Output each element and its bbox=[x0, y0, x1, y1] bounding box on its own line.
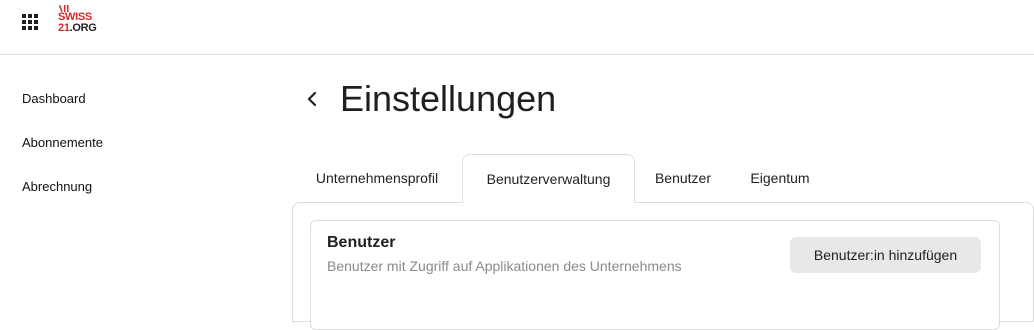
tab-eigentum[interactable]: Eigentum bbox=[731, 154, 829, 203]
apps-grid-icon[interactable] bbox=[22, 14, 38, 30]
tab-content-panel: Benutzer Benutzer mit Zugriff auf Applik… bbox=[292, 202, 1034, 330]
tab-benutzer[interactable]: Benutzer bbox=[635, 154, 731, 203]
logo-text-bottom: 21.ORG bbox=[58, 23, 97, 34]
sidebar-item-dashboard[interactable]: Dashboard bbox=[22, 91, 86, 106]
top-bar: SWISS 21.ORG bbox=[0, 0, 1034, 55]
add-user-button[interactable]: Benutzer:in hinzufügen bbox=[790, 237, 981, 273]
logo-number: 21 bbox=[58, 22, 70, 34]
users-card: Benutzer Benutzer mit Zugriff auf Applik… bbox=[310, 220, 1000, 330]
sidebar-item-abrechnung[interactable]: Abrechnung bbox=[22, 179, 92, 194]
logo-domain: .ORG bbox=[69, 22, 97, 34]
page-title: Einstellungen bbox=[340, 78, 557, 119]
sidebar-item-abonnemente[interactable]: Abonnemente bbox=[22, 135, 103, 150]
tab-benutzerverwaltung[interactable]: Benutzerverwaltung bbox=[462, 154, 635, 203]
tab-unternehmensprofil[interactable]: Unternehmensprofil bbox=[292, 154, 462, 203]
swiss21-logo[interactable]: SWISS 21.ORG bbox=[57, 5, 117, 41]
users-card-subtitle: Benutzer mit Zugriff auf Applikationen d… bbox=[327, 258, 682, 274]
users-card-title: Benutzer bbox=[327, 234, 396, 251]
back-chevron-icon[interactable] bbox=[302, 88, 322, 110]
